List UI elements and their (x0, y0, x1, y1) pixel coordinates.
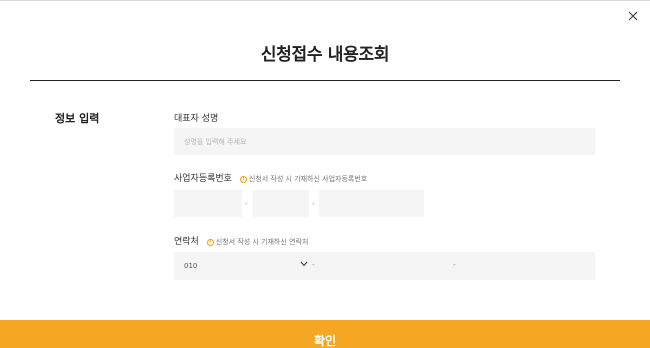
info-icon: ! (239, 176, 247, 183)
chevron-down-icon (300, 261, 308, 267)
contact-separator-2: - (453, 260, 456, 269)
business-number-hint-text: 신청서 작성 시 기재하신 사업자등록번호 (248, 175, 368, 183)
title-divider (30, 80, 620, 81)
business-number-hint: ! 신청서 작성 시 기재하신 사업자등록번호 (239, 175, 368, 183)
contact-input-group: 010 - - (174, 252, 595, 280)
modal-title: 신청접수 내용조회 (260, 45, 390, 65)
name-label-text: 대표자 성명 (174, 114, 219, 124)
business-number-separator-2: - (312, 199, 315, 208)
contact-hint: ! 신청서 작성 시 기재하신 연락처 (206, 238, 309, 246)
top-border (0, 0, 650, 1)
business-number-part3-input[interactable] (319, 190, 424, 217)
name-input[interactable]: 성명을 입력해 주세요 (174, 128, 595, 155)
business-number-part1-input[interactable] (174, 190, 242, 217)
close-icon[interactable] (626, 9, 640, 23)
phone-prefix-select[interactable]: 010 (174, 252, 312, 280)
business-number-part2-input[interactable] (253, 190, 309, 217)
section-label: 정보 입력 (55, 112, 100, 125)
phone-middle-input[interactable] (320, 252, 450, 280)
contact-hint-text: 신청서 작성 시 기재하신 연락처 (215, 238, 309, 246)
phone-last-input[interactable] (462, 252, 595, 280)
confirm-button[interactable]: 확인 (0, 320, 650, 348)
business-number-separator-1: - (245, 199, 248, 208)
business-number-label: 사업자등록번호 ! 신청서 작성 시 기재하신 사업자등록번호 (174, 171, 367, 184)
phone-prefix-value: 010 (184, 262, 198, 270)
name-placeholder: 성명을 입력해 주세요 (184, 138, 247, 146)
info-icon: ! (206, 239, 214, 246)
name-label: 대표자 성명 (174, 111, 218, 124)
contact-label: 연락처 ! 신청서 작성 시 기재하신 연락처 (174, 234, 308, 247)
contact-separator-1: - (312, 260, 315, 269)
business-number-label-text: 사업자등록번호 (174, 174, 232, 184)
contact-label-text: 연락처 (174, 237, 199, 247)
